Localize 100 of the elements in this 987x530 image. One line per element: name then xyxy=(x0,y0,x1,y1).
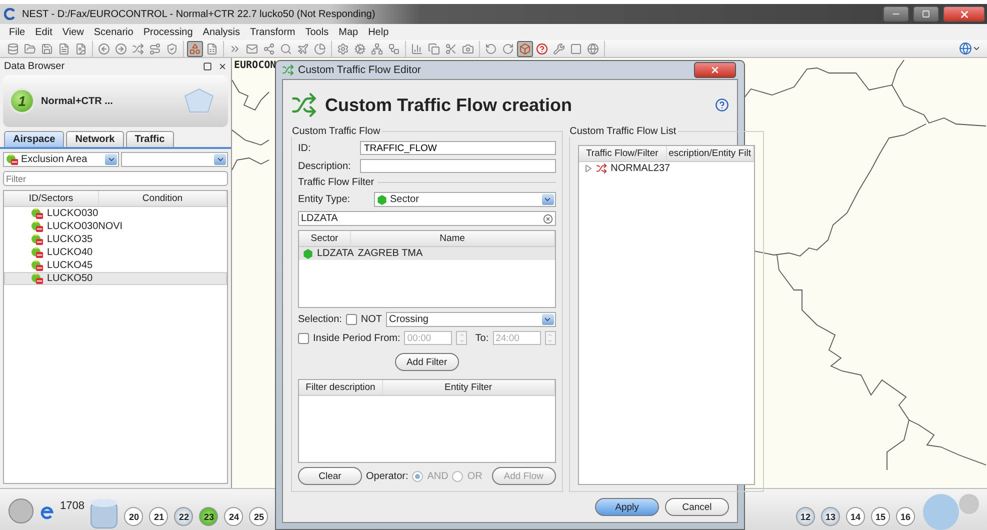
sector-icon xyxy=(31,273,43,284)
scenario-name: Normal+CTR ... xyxy=(41,96,114,106)
toolbar-button[interactable] xyxy=(551,40,567,56)
spreadsheet-icon xyxy=(206,42,218,54)
toolbar-button[interactable] xyxy=(130,40,146,56)
menu-item[interactable]: Scenario xyxy=(88,26,138,38)
sector-row[interactable]: LUCKO35 xyxy=(4,233,227,246)
clear-button[interactable]: Clear xyxy=(298,467,362,485)
day-bubble[interactable]: 13 xyxy=(821,507,840,526)
e-logo-icon xyxy=(40,504,54,520)
day-bubble[interactable]: 21 xyxy=(149,507,168,526)
description-field[interactable] xyxy=(360,159,556,173)
tab[interactable]: Traffic xyxy=(126,131,174,147)
menu-item[interactable]: Edit xyxy=(30,26,58,38)
field-label: Selection: xyxy=(298,314,342,325)
menu-item[interactable]: Processing xyxy=(138,26,198,38)
toolbar-button[interactable] xyxy=(517,40,533,56)
column-header[interactable]: Entity Filter xyxy=(383,380,555,395)
search-field[interactable]: LDZATA xyxy=(298,211,556,226)
record-count: 1708 xyxy=(60,500,84,512)
radio-label: AND xyxy=(427,470,448,482)
folder-icon xyxy=(24,42,36,54)
help-icon xyxy=(536,42,548,54)
wrench-icon xyxy=(553,42,565,54)
close-button[interactable] xyxy=(943,6,985,22)
entity-select[interactable]: Sector xyxy=(374,192,556,207)
toolbar-button[interactable] xyxy=(147,40,163,56)
menu-item[interactable]: Help xyxy=(363,26,394,38)
pie-chart-icon xyxy=(314,42,326,54)
minimize-button[interactable] xyxy=(883,6,909,22)
menu-item[interactable]: View xyxy=(57,26,89,38)
toolbar-button[interactable] xyxy=(426,40,442,56)
window-title: NEST - D:/Fax/EUROCONTROL - Normal+CTR 22.7 lucko50 (Not Responding) xyxy=(21,8,376,20)
sector-row[interactable]: LUCKO45 xyxy=(4,259,227,272)
document-icon xyxy=(58,42,70,54)
toolbar-button[interactable] xyxy=(261,40,277,56)
maximize-button[interactable] xyxy=(913,6,939,22)
rotate-left-icon xyxy=(485,42,497,54)
day-bubble[interactable]: 23 xyxy=(199,507,218,526)
column-header[interactable]: Name xyxy=(351,231,555,246)
checkbox[interactable] xyxy=(346,314,357,325)
sector-icon xyxy=(377,194,387,204)
toolbar-button[interactable] xyxy=(335,40,351,56)
id-field[interactable]: TRAFFIC_FLOW xyxy=(360,141,556,155)
apply-button[interactable]: Apply xyxy=(595,498,659,516)
float-icon[interactable] xyxy=(203,62,212,71)
type-select[interactable]: Exclusion Area xyxy=(3,152,119,167)
checkbox[interactable] xyxy=(298,332,309,344)
close-icon[interactable] xyxy=(218,62,227,71)
window-icon xyxy=(570,42,582,54)
toolbar-button[interactable] xyxy=(5,40,21,56)
toolbar-button[interactable] xyxy=(585,40,601,56)
tab[interactable]: Network xyxy=(66,131,124,147)
caret-icon[interactable] xyxy=(972,44,981,53)
toolbar-button[interactable] xyxy=(187,40,203,56)
scenario-number[interactable]: 1 xyxy=(9,88,35,114)
sector-row[interactable]: LUCKO40 xyxy=(4,246,227,259)
sector-row[interactable]: LUCKO50 xyxy=(4,272,227,285)
network-icon xyxy=(371,42,383,54)
menu-item[interactable]: Analysis xyxy=(198,26,246,38)
day-bubble[interactable]: 25 xyxy=(249,507,268,526)
column-header[interactable]: escription/Entity Filt xyxy=(666,146,754,161)
column-header[interactable]: Sector xyxy=(299,231,351,246)
toolbar-button[interactable] xyxy=(96,40,112,56)
clear-icon[interactable] xyxy=(542,214,553,224)
day-bubble[interactable]: 15 xyxy=(871,507,890,526)
spinner-icon[interactable] xyxy=(456,331,468,345)
day-bubble[interactable]: 16 xyxy=(896,507,915,526)
toolbar-button[interactable] xyxy=(369,40,385,56)
close-button[interactable] xyxy=(694,62,736,78)
menu-item[interactable]: Map xyxy=(334,26,364,38)
column-header[interactable]: Traffic Flow/Filter xyxy=(578,146,667,161)
menu-item[interactable]: File xyxy=(4,26,30,38)
add-filter-button[interactable]: Add Filter xyxy=(394,353,459,371)
help-icon[interactable] xyxy=(715,98,729,112)
spinner-icon[interactable] xyxy=(544,331,556,345)
day-bubble[interactable]: 14 xyxy=(846,507,865,526)
app-logo-icon xyxy=(4,8,16,20)
expand-arrow-icon[interactable] xyxy=(584,165,592,172)
tab[interactable]: Airspace xyxy=(4,131,64,147)
column-header[interactable]: Filter description xyxy=(299,380,383,395)
filter-field[interactable]: Filter xyxy=(3,171,228,186)
day-bubble[interactable]: 20 xyxy=(124,507,144,526)
toolbar-button[interactable] xyxy=(312,40,328,56)
toolbar-button[interactable] xyxy=(113,40,129,56)
workflow-icon xyxy=(388,42,400,54)
cancel-button[interactable]: Cancel xyxy=(665,498,729,516)
sector-row[interactable]: LDZATA ZAGREB TMA xyxy=(299,247,555,260)
day-bubble[interactable]: 24 xyxy=(224,507,244,526)
sector-row[interactable]: LUCKO030 xyxy=(4,207,227,220)
toolbar-button[interactable] xyxy=(534,40,550,56)
menu-item[interactable]: Tools xyxy=(300,26,334,38)
column-header[interactable]: Condition xyxy=(99,191,227,206)
column-header[interactable]: ID/Sectors xyxy=(4,191,99,206)
day-bubble[interactable]: 22 xyxy=(174,507,194,526)
sector-row[interactable]: LUCKO030NOVI xyxy=(4,220,227,233)
select-field[interactable] xyxy=(121,152,228,167)
selection-select[interactable]: Crossing xyxy=(386,312,556,327)
menu-item[interactable]: Transform xyxy=(245,26,300,38)
day-bubble[interactable]: 12 xyxy=(796,507,815,526)
